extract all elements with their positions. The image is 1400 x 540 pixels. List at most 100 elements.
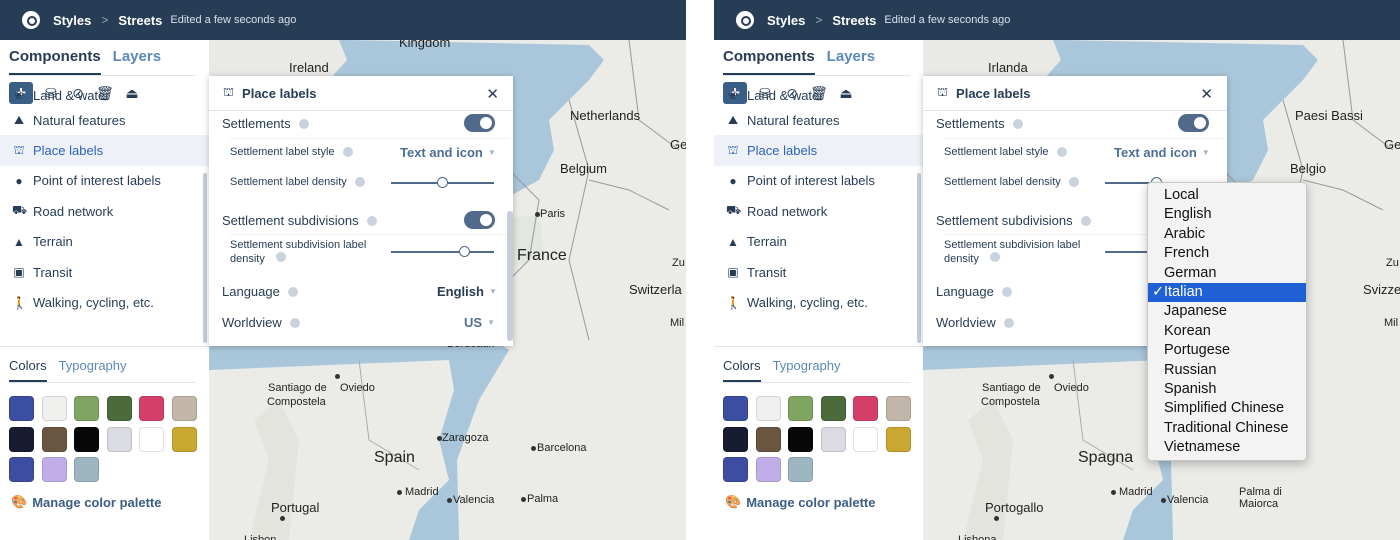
breadcrumb-styles[interactable]: Styles bbox=[767, 13, 805, 28]
color-swatch[interactable] bbox=[885, 396, 911, 421]
color-swatch[interactable] bbox=[788, 426, 813, 452]
language-option[interactable]: Japanese bbox=[1148, 302, 1306, 321]
color-swatch[interactable] bbox=[41, 426, 67, 452]
sidebar-item-natural-features[interactable]: ⛰ Natural features bbox=[0, 105, 209, 135]
info-icon[interactable] bbox=[342, 147, 353, 157]
manage-palette-button[interactable]: 🎨 Manage color palette bbox=[11, 494, 162, 510]
sidebar-item-transit[interactable]: ▣ Transit bbox=[714, 257, 923, 287]
color-swatch[interactable] bbox=[171, 426, 197, 452]
sidebar-scrollbar[interactable] bbox=[917, 173, 921, 343]
manage-palette-button[interactable]: 🎨 Manage color palette bbox=[725, 494, 876, 510]
info-icon[interactable] bbox=[1080, 215, 1091, 226]
language-option[interactable]: Russian bbox=[1148, 361, 1306, 380]
settlements-toggle[interactable] bbox=[464, 114, 495, 132]
mapbox-logo-icon[interactable] bbox=[736, 11, 754, 29]
color-swatch[interactable] bbox=[74, 426, 99, 452]
color-swatch[interactable] bbox=[9, 457, 34, 482]
panel-scrollbar[interactable] bbox=[507, 211, 513, 341]
color-swatch[interactable] bbox=[9, 396, 34, 421]
language-option[interactable]: Simplified Chinese bbox=[1148, 399, 1306, 418]
info-icon[interactable] bbox=[287, 286, 298, 297]
tab-components[interactable]: Components bbox=[9, 40, 101, 75]
info-icon[interactable] bbox=[354, 177, 365, 187]
color-swatch[interactable] bbox=[885, 426, 911, 452]
language-option[interactable]: Spanish bbox=[1148, 380, 1306, 399]
language-option[interactable]: German bbox=[1148, 264, 1306, 283]
color-swatch[interactable] bbox=[853, 426, 878, 452]
tab-layers[interactable]: Layers bbox=[113, 40, 161, 75]
color-swatch[interactable] bbox=[853, 396, 878, 421]
worldview-select[interactable]: US ▼ bbox=[464, 315, 495, 330]
info-icon[interactable] bbox=[989, 252, 1000, 262]
info-icon[interactable] bbox=[289, 317, 300, 328]
tab-colors[interactable]: Colors bbox=[723, 358, 761, 382]
sidebar-item-walking-cycling-etc[interactable]: 🚶 Walking, cycling, etc. bbox=[714, 287, 923, 317]
slider-knob[interactable] bbox=[459, 246, 471, 257]
color-swatch[interactable] bbox=[755, 426, 781, 452]
info-icon[interactable] bbox=[1003, 317, 1014, 328]
settlement-style-select[interactable]: Text and icon ▼ bbox=[400, 145, 496, 160]
style-name[interactable]: Streets bbox=[118, 13, 162, 28]
style-name[interactable]: Streets bbox=[832, 13, 876, 28]
sidebar-item-terrain[interactable]: ▲ Terrain bbox=[714, 227, 923, 257]
color-swatch[interactable] bbox=[723, 396, 748, 421]
sidebar-item-transit[interactable]: ▣ Transit bbox=[0, 257, 209, 287]
color-swatch[interactable] bbox=[139, 396, 164, 421]
language-option[interactable]: Portugese bbox=[1148, 341, 1306, 360]
language-option[interactable]: Korean bbox=[1148, 322, 1306, 341]
color-swatch[interactable] bbox=[723, 426, 748, 452]
breadcrumb-styles[interactable]: Styles bbox=[53, 13, 91, 28]
language-select[interactable]: English ▼ bbox=[437, 284, 497, 299]
color-swatch[interactable] bbox=[171, 396, 197, 421]
info-icon[interactable] bbox=[275, 252, 286, 262]
sidebar-item-road-network[interactable]: ⛟ Road network bbox=[0, 196, 209, 226]
language-option[interactable]: Local bbox=[1148, 186, 1306, 205]
info-icon[interactable] bbox=[1012, 118, 1023, 129]
sidebar-item-place-labels[interactable]: ⛫ Place labels bbox=[0, 135, 209, 166]
sidebar-item-road-network[interactable]: ⛟ Road network bbox=[714, 196, 923, 226]
color-swatch[interactable] bbox=[41, 396, 67, 421]
sidebar-item-land-water[interactable]: ❀ Land & water bbox=[0, 85, 209, 105]
slider-knob[interactable] bbox=[436, 177, 448, 188]
language-option[interactable]: English bbox=[1148, 205, 1306, 224]
language-option[interactable]: Vietnamese bbox=[1148, 438, 1306, 457]
color-swatch[interactable] bbox=[74, 396, 99, 421]
sidebar-item-point-of-interest-labels[interactable]: ● Point of interest labels bbox=[714, 166, 923, 196]
color-swatch[interactable] bbox=[820, 396, 846, 421]
info-icon[interactable] bbox=[366, 215, 377, 226]
tab-components[interactable]: Components bbox=[723, 40, 815, 75]
color-swatch[interactable] bbox=[9, 426, 34, 452]
color-swatch[interactable] bbox=[788, 457, 813, 482]
color-swatch[interactable] bbox=[820, 426, 846, 452]
language-option[interactable]: Traditional Chinese bbox=[1148, 419, 1306, 438]
sidebar-item-terrain[interactable]: ▲ Terrain bbox=[0, 227, 209, 257]
tab-colors[interactable]: Colors bbox=[9, 358, 47, 382]
subdivision-density-slider[interactable] bbox=[391, 246, 494, 257]
color-swatch[interactable] bbox=[723, 457, 748, 482]
info-icon[interactable] bbox=[1056, 147, 1067, 157]
color-swatch[interactable] bbox=[106, 396, 132, 421]
settlement-density-slider[interactable] bbox=[391, 177, 494, 188]
sidebar-item-walking-cycling-etc[interactable]: 🚶 Walking, cycling, etc. bbox=[0, 287, 209, 317]
color-swatch[interactable] bbox=[139, 426, 164, 452]
mapbox-logo-icon[interactable] bbox=[22, 11, 40, 29]
close-icon[interactable]: ✕ bbox=[1200, 85, 1213, 103]
settlements-toggle[interactable] bbox=[1178, 114, 1209, 132]
sidebar-item-natural-features[interactable]: ⛰ Natural features bbox=[714, 105, 923, 135]
tab-typography[interactable]: Typography bbox=[59, 358, 127, 382]
info-icon[interactable] bbox=[1068, 177, 1079, 187]
language-option[interactable]: French bbox=[1148, 244, 1306, 263]
color-swatch[interactable] bbox=[755, 457, 781, 482]
language-option[interactable]: Arabic bbox=[1148, 225, 1306, 244]
subdivisions-toggle[interactable] bbox=[464, 211, 495, 229]
info-icon[interactable] bbox=[1001, 286, 1012, 297]
sidebar-scrollbar[interactable] bbox=[203, 173, 207, 343]
info-icon[interactable] bbox=[298, 118, 309, 129]
color-swatch[interactable] bbox=[755, 396, 781, 421]
color-swatch[interactable] bbox=[41, 457, 67, 482]
tab-layers[interactable]: Layers bbox=[827, 40, 875, 75]
sidebar-item-point-of-interest-labels[interactable]: ● Point of interest labels bbox=[0, 166, 209, 196]
sidebar-item-land-water[interactable]: ❀ Land & water bbox=[714, 85, 923, 105]
settlement-style-select[interactable]: Text and icon ▼ bbox=[1114, 145, 1210, 160]
color-swatch[interactable] bbox=[788, 396, 813, 421]
